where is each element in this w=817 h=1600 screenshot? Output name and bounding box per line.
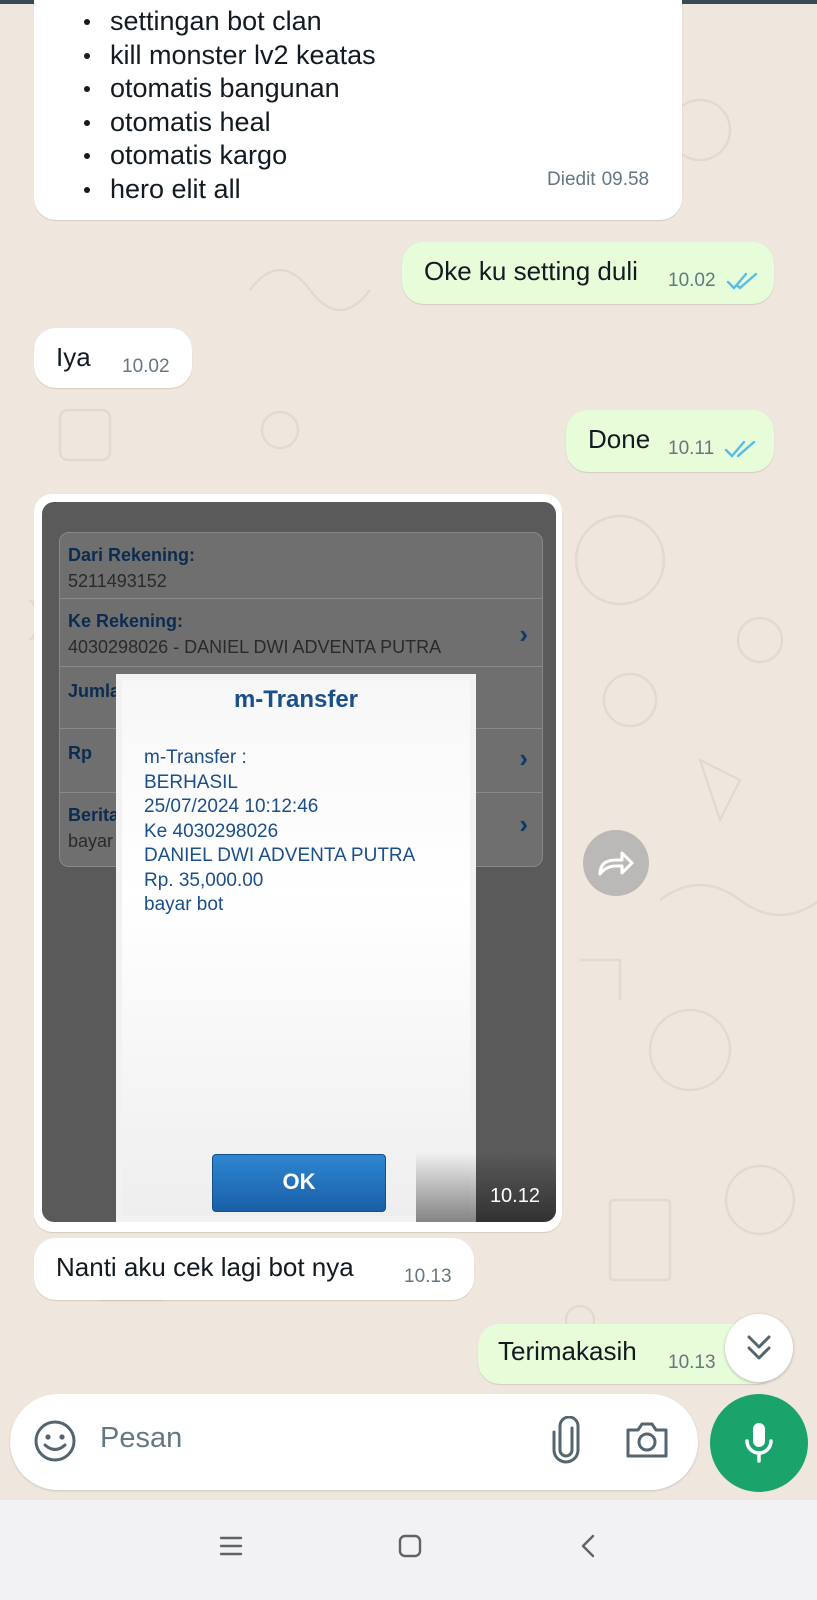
dialog-line: m-Transfer : xyxy=(144,747,247,768)
message-time: 10.11 xyxy=(668,438,715,459)
message-bubble-incoming[interactable]: Iya 10.02 xyxy=(34,328,192,388)
paperclip-icon[interactable] xyxy=(550,1415,582,1469)
list-item: otomatis bangunan xyxy=(84,72,376,106)
image-message[interactable]: Dari Rekening: 5211493152 Ke Rekening: 4… xyxy=(34,494,562,1232)
message-composer[interactable]: Pesan xyxy=(10,1394,698,1490)
transfer-dialog: m-Transfer m-Transfer : BERHASIL 25/07/2… xyxy=(116,674,476,1222)
form-row-label: Ke Rekening: xyxy=(68,611,184,631)
chevron-right-icon: › xyxy=(519,809,528,839)
message-time: 10.13 xyxy=(668,1352,716,1373)
message-meta: 10.02 xyxy=(668,270,760,292)
dialog-ok-button: OK xyxy=(212,1154,386,1212)
form-row-label: Berita xyxy=(68,805,120,825)
form-row-value: bayar xyxy=(68,831,114,851)
message-time: 09.58 xyxy=(601,169,650,190)
system-navigation-bar xyxy=(0,1500,817,1600)
message-text: Terimakasih xyxy=(498,1336,637,1366)
list-item: settingan bot clan xyxy=(84,5,376,39)
form-row-value: 5211493152 xyxy=(68,571,167,591)
dialog-line: 25/07/2024 10:12:46 xyxy=(144,796,319,817)
dialog-line: Ke 4030298026 xyxy=(144,820,279,842)
list-item: kill monster lv2 keatas xyxy=(84,39,376,73)
message-time: 10.12 xyxy=(489,1185,540,1207)
read-ticks-icon xyxy=(726,271,760,291)
chevron-right-icon: › xyxy=(519,743,528,773)
message-text: Iya xyxy=(56,342,91,372)
camera-icon[interactable] xyxy=(624,1418,670,1467)
form-row: Ke Rekening: 4030298026 - DANIEL DWI ADV… xyxy=(60,599,542,667)
list-item: otomatis kargo xyxy=(84,139,376,173)
form-row-value: 4030298026 - DANIEL DWI ADVENTA PUTRA xyxy=(68,637,442,657)
message-meta: 10.11 xyxy=(668,438,758,460)
message-text: Done xyxy=(588,424,651,454)
list-item: hero elit all xyxy=(84,173,376,207)
form-row: Dari Rekening: 5211493152 xyxy=(60,533,542,599)
back-icon[interactable] xyxy=(578,1534,600,1563)
form-row-label: Dari Rekening: xyxy=(68,545,196,565)
image-content[interactable]: Dari Rekening: 5211493152 Ke Rekening: 4… xyxy=(42,502,556,1222)
message-bubble-incoming[interactable]: Nanti aku cek lagi bot nya 10.13 xyxy=(34,1238,474,1300)
chevron-right-icon: › xyxy=(519,619,528,649)
form-row-label: Jumla xyxy=(68,681,121,701)
message-time: 10.13 xyxy=(404,1266,452,1287)
message-bubble-incoming[interactable]: settingan bot clan kill monster lv2 keat… xyxy=(34,0,682,220)
mic-button[interactable] xyxy=(710,1394,808,1492)
dialog-line: BERHASIL xyxy=(144,771,238,793)
message-text: Oke ku setting duli xyxy=(424,256,638,286)
edited-label: Diedit xyxy=(547,169,596,190)
message-time: 10.02 xyxy=(668,270,716,291)
list-item: otomatis heal xyxy=(84,106,376,140)
message-bubble-outgoing[interactable]: Oke ku setting duli 10.02 xyxy=(402,242,774,304)
mic-icon xyxy=(745,1423,773,1463)
form-row-label: Rp xyxy=(68,743,92,763)
forward-icon xyxy=(598,851,634,876)
message-meta: 10.02 xyxy=(122,356,170,378)
emoji-icon[interactable] xyxy=(32,1418,78,1469)
recent-apps-icon[interactable] xyxy=(218,1534,244,1563)
dialog-line: bayar bot xyxy=(144,894,224,915)
message-meta: 10.13 xyxy=(404,1266,452,1288)
message-meta: 10.13 xyxy=(668,1352,716,1374)
dialog-line: DANIEL DWI ADVENTA PUTRA xyxy=(144,845,416,866)
message-bubble-outgoing[interactable]: Done 10.11 xyxy=(566,410,774,472)
dialog-body: m-Transfer : BERHASIL 25/07/2024 10:12:4… xyxy=(144,746,415,918)
message-time: 10.02 xyxy=(122,356,170,377)
scroll-to-bottom-button[interactable] xyxy=(725,1314,793,1382)
home-icon[interactable] xyxy=(397,1534,423,1563)
message-text: Nanti aku cek lagi bot nya xyxy=(56,1252,354,1282)
message-list: settingan bot clan kill monster lv2 keat… xyxy=(84,5,376,206)
message-meta: Diedit 09.58 xyxy=(547,169,649,191)
forward-button[interactable] xyxy=(583,830,649,896)
message-input[interactable]: Pesan xyxy=(100,1422,182,1455)
double-chevron-down-icon xyxy=(747,1335,771,1360)
dialog-title: m-Transfer xyxy=(233,686,359,713)
dialog-line: Rp. 35,000.00 xyxy=(144,869,264,891)
read-ticks-icon xyxy=(724,439,758,459)
